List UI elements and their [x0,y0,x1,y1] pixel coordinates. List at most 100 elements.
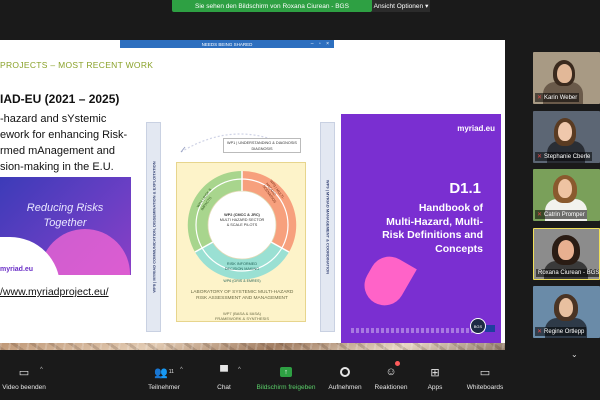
whiteboards-label: Whiteboards [466,384,504,391]
presenter-title-bar: NEEDS BEING SHARED – ▫ × [120,40,334,48]
myriad-logo: myriad.eu [0,266,34,273]
participant-name: Stephanie Cberle [544,153,591,160]
participant-name-label: ✕ Karin Weber [535,93,580,102]
participant-name: Regine Ortlepp [544,328,585,335]
wp6-label: WP6 (GRIS & EMRES) [223,279,261,283]
participant-tile[interactable]: ✕ Regine Ortlepp [533,286,600,338]
share-screen-button[interactable]: ↑ Bildschirm freigeben [255,362,317,400]
participants-label: Teilnehmer [148,384,180,391]
bgs-logo: BGS [470,318,486,334]
record-button[interactable]: Aufnehmen [326,362,364,400]
footnote-text [351,328,479,333]
wp8-label: WP8 | MYRIAD COMMUNICATION, DISSEMINATIO… [151,161,156,293]
reducing-risks-text: Reducing Risks Together [10,201,120,231]
eu-flag-icon [485,325,495,332]
participant-gallery: ✕ Karin Weber ✕ Stephanie Cberle ✕ Catrin P… [533,52,600,344]
participant-name-label: ✕ Stephanie Cberle [535,152,593,161]
participant-count: 11 [168,369,174,375]
project-url-link[interactable]: /www.myriadproject.eu/ [0,286,109,298]
wp2-label: WP2 (CMCC & JRC) MULTI HAZARD SECTOR & S… [217,213,267,228]
participant-face [558,122,572,141]
project-title: IAD-EU (2021 – 2025) [0,92,120,106]
project-description: -hazard and sYstemic ework for enhancing… [0,111,150,175]
reducing-line-1: Reducing Risks [26,202,104,214]
whiteboard-icon: ▭ [479,366,491,379]
decorative-shape [357,249,417,313]
participant-name-label: ✕ Catrin Promper [535,210,587,219]
chat-label: Chat [217,384,231,391]
participant-name-label: Roxana Ciurean - BGS [536,269,600,277]
wp9-bar: WP9 | MYRIAD MANAGEMENT & COORDINATION [320,122,335,332]
wp2-line3: & SCALE PILOTS [226,223,258,227]
project-structure-diagram: WP8 | MYRIAD COMMUNICATION, DISSEMINATIO… [146,122,336,332]
participants-button[interactable]: 👥 11 Teilnehmer ^ [144,362,184,400]
participant-face [558,179,572,198]
meeting-toolbar: ▭ Video beenden ^ 👥 11 Teilnehmer ^ ▀ Cha… [0,361,600,400]
mic-muted-icon: ✕ [537,95,543,101]
chat-bubble-icon: ▀ [220,366,228,378]
participant-name: Karin Weber [544,94,578,101]
chevron-down-icon[interactable]: ⌄ [571,350,578,359]
chevron-down-icon: ▾ [425,3,429,10]
wp7-box: WP7 (BASA & IIASA) FRAMEWORK & SYNTHESIS [181,311,303,321]
participant-face [559,298,573,317]
view-options-button[interactable]: Ansicht Optionen ▾ [372,0,430,12]
laboratory-panel: WP4 | RISK & IMPACTS WP3 | MULTI-HAZARD … [176,162,306,322]
description-line: ework for enhancing Risk- [0,129,128,141]
participant-tile[interactable]: ✕ Stephanie Cberle [533,111,600,163]
view-options-label: Ansicht Optionen [373,2,424,10]
wp1-line2: DIAGNOSIS [251,147,273,151]
whiteboards-button[interactable]: ▭ Whiteboards [464,362,506,400]
participant-face [558,240,574,260]
participant-tile[interactable]: ✕ Catrin Promper [533,169,600,221]
mic-muted-icon: ✕ [537,212,543,218]
apps-icon: ⊞ [430,366,440,379]
reducing-risks-banner: Reducing Risks Together myriad.eu [0,177,131,275]
myriad-logo: myriad.eu [457,124,495,133]
screen-share-banner: Sie sehen den Bildschirm von Roxana Ciur… [172,0,372,12]
deliverable-code: D1.1 [449,180,481,197]
reactions-button[interactable]: ☺ Reaktionen [372,361,410,400]
wp7-line2: FRAMEWORK & SYNTHESIS [214,316,269,321]
participant-tile[interactable]: ✕ Karin Weber [533,52,600,104]
stop-video-label: Video beenden [2,384,46,391]
rock-background-image [0,343,505,350]
share-screen-label: Bildschirm freigeben [256,384,316,391]
deliverable-title-line: Risk Definitions and [382,229,483,241]
lab-title-line2: RISK ASSESSMENT AND MANAGEMENT [196,296,288,301]
wp5-label: RISK INFORMED DECISION MAKING [217,262,267,272]
shared-screen: NEEDS BEING SHARED – ▫ × PROJECTS – MOST… [0,40,505,350]
reactions-label: Reaktionen [374,384,408,391]
mic-muted-icon: ✕ [537,154,543,160]
deliverable-title-line: Multi-Hazard, Multi- [386,215,483,228]
chevron-up-icon: ^ [180,367,183,373]
zoom-meeting-window: Sie sehen den Bildschirm von Roxana Ciur… [0,0,600,400]
chevron-up-icon: ^ [238,367,241,373]
apps-button[interactable]: ⊞ Apps [424,362,446,400]
wp1-box: WP1 | UNDERSTANDING & DIAGNOSIS DIAGNOSI… [223,138,301,153]
mic-muted-icon: ✕ [537,329,543,335]
chat-button[interactable]: ▀ Chat ^ [212,362,241,400]
participant-tile-active-speaker[interactable]: Roxana Ciurean - BGS [533,228,600,280]
presenter-bar-text: NEEDS BEING SHARED [201,41,253,47]
record-label: Aufnehmen [328,384,362,391]
stop-video-button[interactable]: ▭ Video beenden ^ [0,362,48,400]
video-camera-icon: ▭ [18,366,30,379]
share-banner-text: Sie sehen den Bildschirm von Roxana Ciur… [195,2,349,10]
slide-header: PROJECTS – MOST RECENT WORK [0,60,154,70]
record-icon [340,362,350,382]
participants-icon: 👥 11 [154,366,174,379]
description-line: rmed mAnagement and [0,145,115,157]
deliverable-title-line: Concepts [435,242,483,255]
wp5-line2: DECISION MAKING [224,267,260,271]
deliverable-title-line: Handbook of [418,202,483,214]
participant-name: Roxana Ciurean - BGS [538,270,600,276]
deliverable-title: Handbook of Multi-Hazard, Multi- Risk De… [351,202,483,256]
wp8-bar: WP8 | MYRIAD COMMUNICATION, DISSEMINATIO… [146,122,161,332]
laboratory-title: LABORATORY OF SYSTEMIC MULTI-HAZARD RISK… [183,290,301,302]
chevron-up-icon: ^ [40,367,43,373]
description-line: -hazard and sYstemic [0,113,107,125]
participant-name-label: ✕ Regine Ortlepp [535,327,587,336]
reducing-line-2: Together [43,217,87,229]
window-controls-icon: – ▫ × [310,41,331,47]
